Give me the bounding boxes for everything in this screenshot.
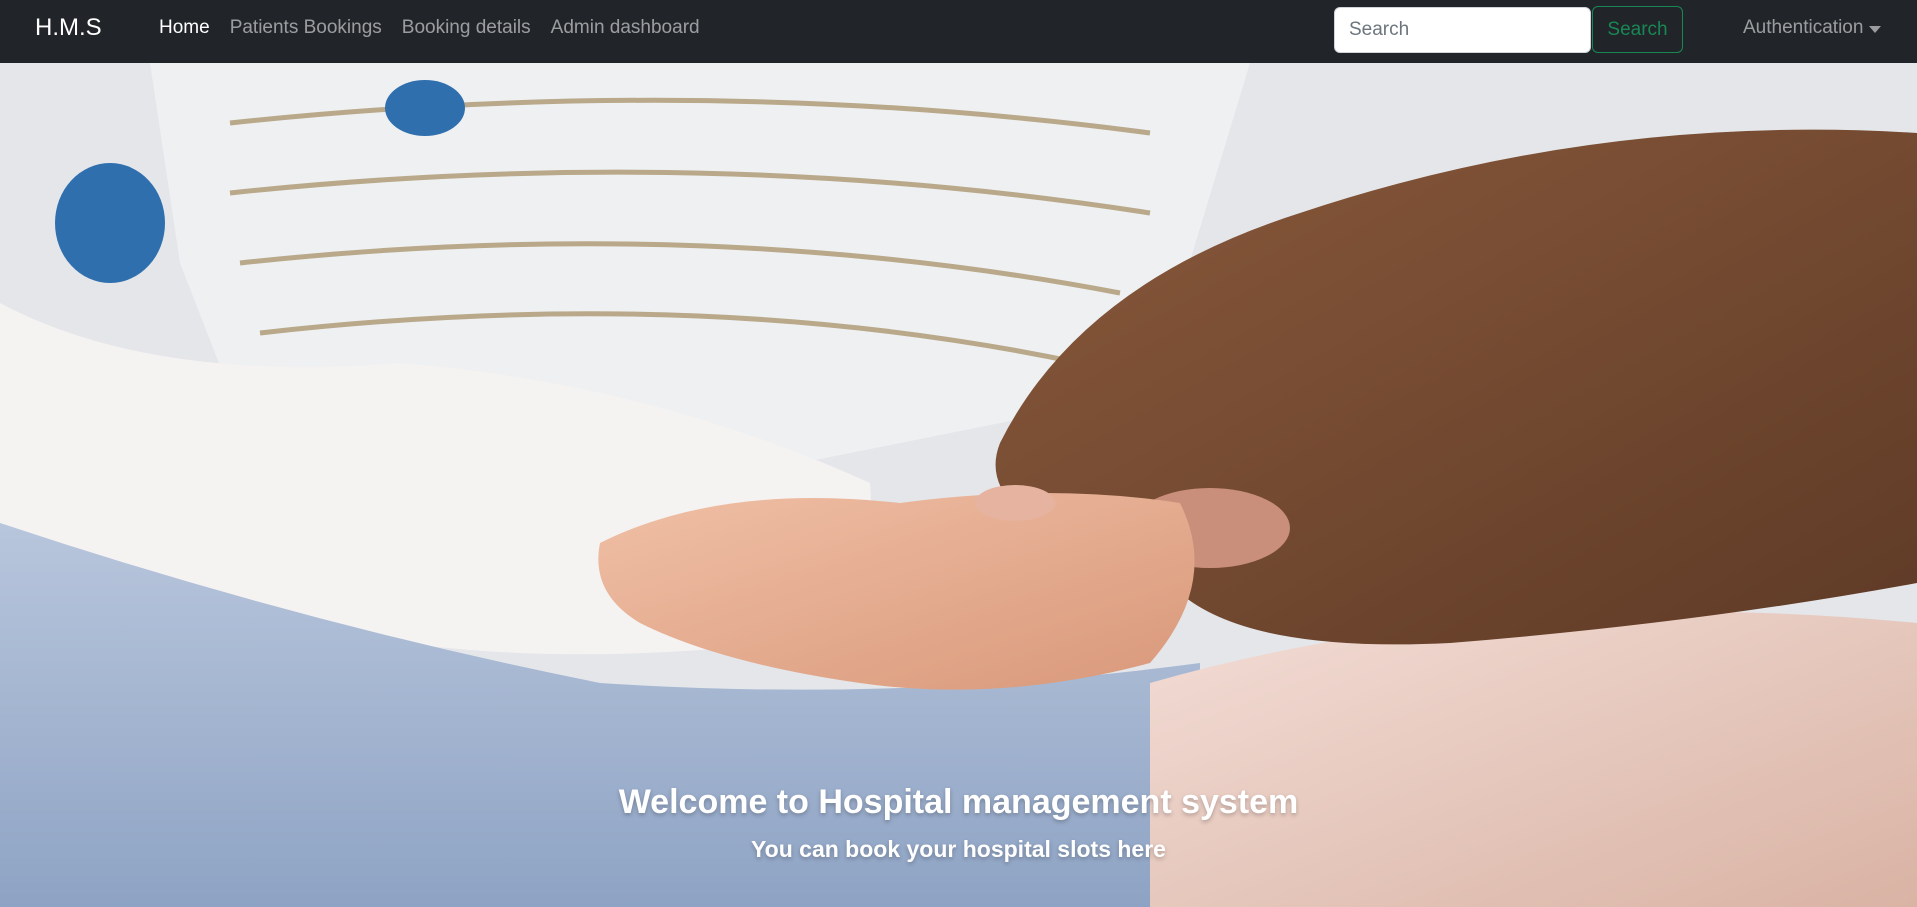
hero-title: Welcome to Hospital management system: [618, 783, 1299, 821]
nav-link-patients-bookings[interactable]: Patients Bookings: [230, 17, 382, 39]
hero-image: [0, 63, 1917, 907]
brand-logo[interactable]: H.M.S: [35, 14, 102, 42]
search-input[interactable]: [1334, 7, 1591, 53]
nav-links: Home Patients Bookings Booking details A…: [159, 17, 700, 39]
nav-link-admin-dashboard[interactable]: Admin dashboard: [551, 17, 700, 39]
navbar: H.M.S Home Patients Bookings Booking det…: [0, 0, 1917, 63]
hero-carousel: Welcome to Hospital management system Yo…: [0, 63, 1917, 907]
authentication-dropdown-label: Authentication: [1743, 17, 1864, 38]
caret-down-icon: [1869, 25, 1882, 33]
authentication-dropdown[interactable]: Authentication: [1743, 17, 1882, 39]
hero-subtitle: You can book your hospital slots here: [751, 836, 1166, 862]
search-button[interactable]: Search: [1592, 6, 1683, 53]
nav-link-booking-details[interactable]: Booking details: [402, 17, 531, 39]
nav-link-home[interactable]: Home: [159, 17, 210, 39]
